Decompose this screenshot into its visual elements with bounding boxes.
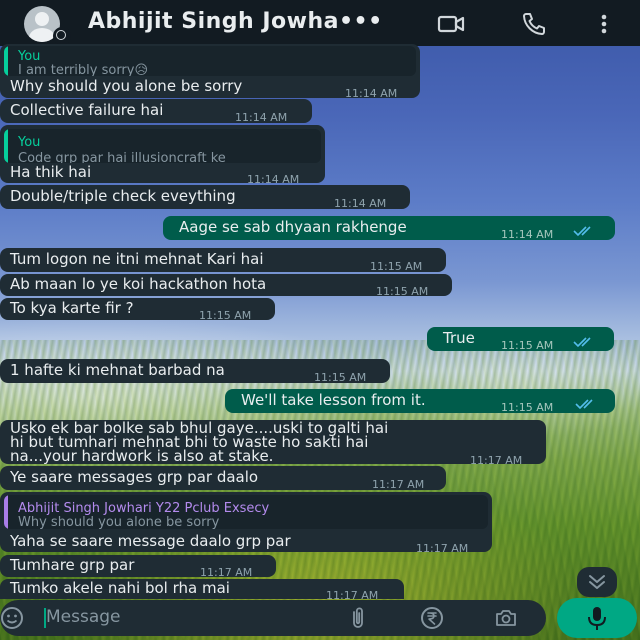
message-time: 11:17 AM [470,454,523,467]
message-time: 11:15 AM [314,371,367,384]
message-time: 11:15 AM [376,285,429,298]
message-time: 11:14 AM [334,197,387,210]
contact-avatar[interactable] [13,3,71,45]
message-bubble-incoming[interactable]: Usko ek bar bolke sab bhul gaye....uski … [0,420,546,467]
message-bubble-incoming[interactable]: Abhijit Singh Jowhari Y22 Pclub Exsecy W… [0,492,492,555]
message-bubble-incoming[interactable]: Double/triple check eveything 11:14 AM [0,185,410,210]
message-time: 11:15 AM [501,401,554,414]
message-text: Why should you alone be sorry [10,77,243,95]
message-bubble-incoming[interactable]: To kya karte fir ? 11:15 AM [0,298,275,322]
contact-name[interactable]: Abhijit Singh Jowha••• [88,9,383,34]
message-text: To kya karte fir ? [10,299,134,317]
message-text: 1 hafte ki mehnat barbad na [10,361,225,379]
message-bubble-incoming[interactable]: 1 hafte ki mehnat barbad na 11:15 AM [0,359,390,384]
rupee-icon[interactable] [420,606,444,630]
more-options-icon[interactable] [592,10,616,38]
quoted-message[interactable]: You I am terribly sorry😥 [4,46,416,76]
message-text: Tum logon ne itni mehnat Kari hai [10,250,264,268]
message-time: 11:14 AM [501,228,554,241]
message-text: Yaha se saare message daalo grp par [10,532,291,550]
message-text: We'll take lesson from it. [241,391,426,409]
message-text: Tumhare grp par [10,556,135,574]
video-call-icon[interactable] [437,10,465,38]
message-text: True [443,329,475,347]
message-bubble-outgoing[interactable]: Aage se sab dhyaan rakhenge 11:14 AM [163,216,615,241]
read-ticks-icon [573,337,591,348]
message-text: Ab maan lo ye koi hackathon hota [10,275,267,293]
camera-icon[interactable] [494,606,518,630]
message-bubble-incoming[interactable]: You I am terribly sorry😥 Why should you … [0,44,420,100]
message-text: Ye saare messages grp par daalo [10,468,259,486]
message-bubble-incoming[interactable]: Tumhare grp par 11:17 AM [0,555,276,579]
message-bubble-outgoing[interactable]: True 11:15 AM [427,327,614,352]
quoted-message[interactable]: You Code grp par hai illusioncraft ke [4,129,321,163]
message-time: 11:14 AM [345,87,398,100]
emoji-icon[interactable] [0,606,24,630]
message-bubble-incoming[interactable]: Tumko akele nahi bol rha mai 11:17 AM [0,579,404,602]
quoted-text: Code grp par hai illusioncraft ke [18,151,226,163]
message-bubble-incoming[interactable]: Ab maan lo ye koi hackathon hota 11:15 A… [0,274,452,298]
message-bubble-incoming[interactable]: Tum logon ne itni mehnat Kari hai 11:15 … [0,248,446,273]
read-ticks-icon [573,226,591,237]
message-time: 11:15 AM [199,309,252,322]
message-bubble-incoming[interactable]: Ye saare messages grp par daalo 11:17 AM [0,466,446,491]
message-text: Aage se sab dhyaan rakhenge [179,218,407,236]
message-text: Ha thik hai [10,163,92,181]
message-text: Double/triple check eveything [10,187,236,205]
message-input[interactable]: Message [46,607,121,627]
voice-call-icon[interactable] [520,10,548,38]
avatar-status-icon [53,27,71,45]
message-bubble-incoming[interactable]: Collective failure hai 11:14 AM [0,99,312,124]
message-text: Tumko akele nahi bol rha mai [10,579,230,597]
scroll-to-bottom-button[interactable] [577,567,617,597]
message-text: na...your hardwork is also at stake. [10,447,274,465]
quoted-message[interactable]: Abhijit Singh Jowhari Y22 Pclub Exsecy W… [4,495,488,529]
message-time: 11:17 AM [416,542,469,555]
message-text: Collective failure hai [10,101,164,119]
double-chevron-down-icon [589,575,605,589]
chat-header: Abhijit Singh Jowha••• [0,0,640,46]
message-bubble-incoming[interactable]: You Code grp par hai illusioncraft ke Ha… [0,125,325,186]
mic-icon [588,607,606,630]
message-bubble-outgoing[interactable]: We'll take lesson from it. 11:15 AM [225,389,615,414]
message-time: 11:15 AM [501,339,554,352]
read-ticks-icon [575,399,593,410]
attach-icon[interactable] [346,606,370,630]
quoted-text: I am terribly sorry😥 [18,63,149,76]
voice-message-button[interactable] [557,598,637,638]
message-input-bar: Message [0,600,546,636]
quoted-text: Why should you alone be sorry [18,515,220,529]
